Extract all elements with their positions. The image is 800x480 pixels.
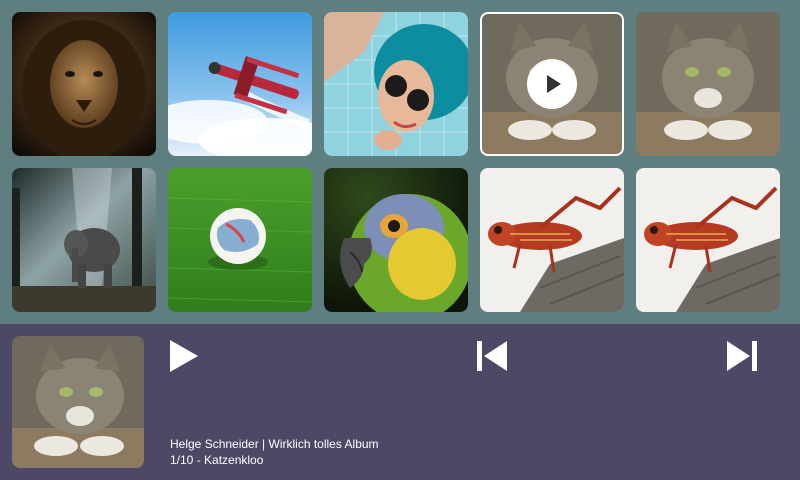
album-tile-biplane[interactable]	[168, 12, 312, 156]
play-icon	[170, 340, 198, 372]
skip-previous-icon	[477, 341, 507, 371]
track-line-text: 1/10 - Katzenkloo	[170, 453, 264, 467]
album-tile-cat-selected[interactable]	[480, 12, 624, 156]
album-tile-lion[interactable]	[12, 12, 156, 156]
woman-image	[324, 12, 468, 156]
now-playing-cover[interactable]	[12, 336, 144, 468]
parrot-image	[324, 168, 468, 312]
cat-image	[636, 12, 780, 156]
album-tile-parrot[interactable]	[324, 168, 468, 312]
play-circle-icon[interactable]	[527, 59, 577, 109]
track-info: Helge Schneider | Wirklich tolles Album …	[170, 436, 379, 468]
biplane-image	[168, 12, 312, 156]
skip-next-icon	[727, 341, 757, 371]
artist-album-text: Helge Schneider | Wirklich tolles Album	[170, 437, 379, 451]
album-tile-cat[interactable]	[636, 12, 780, 156]
album-tile-soccer-ball[interactable]	[168, 168, 312, 312]
elephant-image	[12, 168, 156, 312]
player-bar: Helge Schneider | Wirklich tolles Album …	[0, 324, 800, 480]
album-tile-woman[interactable]	[324, 12, 468, 156]
play-button[interactable]	[166, 338, 202, 374]
lion-image	[12, 12, 156, 156]
album-tile-grasshopper-2[interactable]	[636, 168, 780, 312]
album-tile-elephant[interactable]	[12, 168, 156, 312]
soccer-ball-image	[168, 168, 312, 312]
cat-image	[12, 336, 144, 468]
grasshopper-image	[480, 168, 624, 312]
previous-track-button[interactable]	[474, 338, 510, 374]
album-tile-grasshopper[interactable]	[480, 168, 624, 312]
grasshopper-image	[636, 168, 780, 312]
next-track-button[interactable]	[724, 338, 760, 374]
album-grid	[12, 12, 788, 312]
